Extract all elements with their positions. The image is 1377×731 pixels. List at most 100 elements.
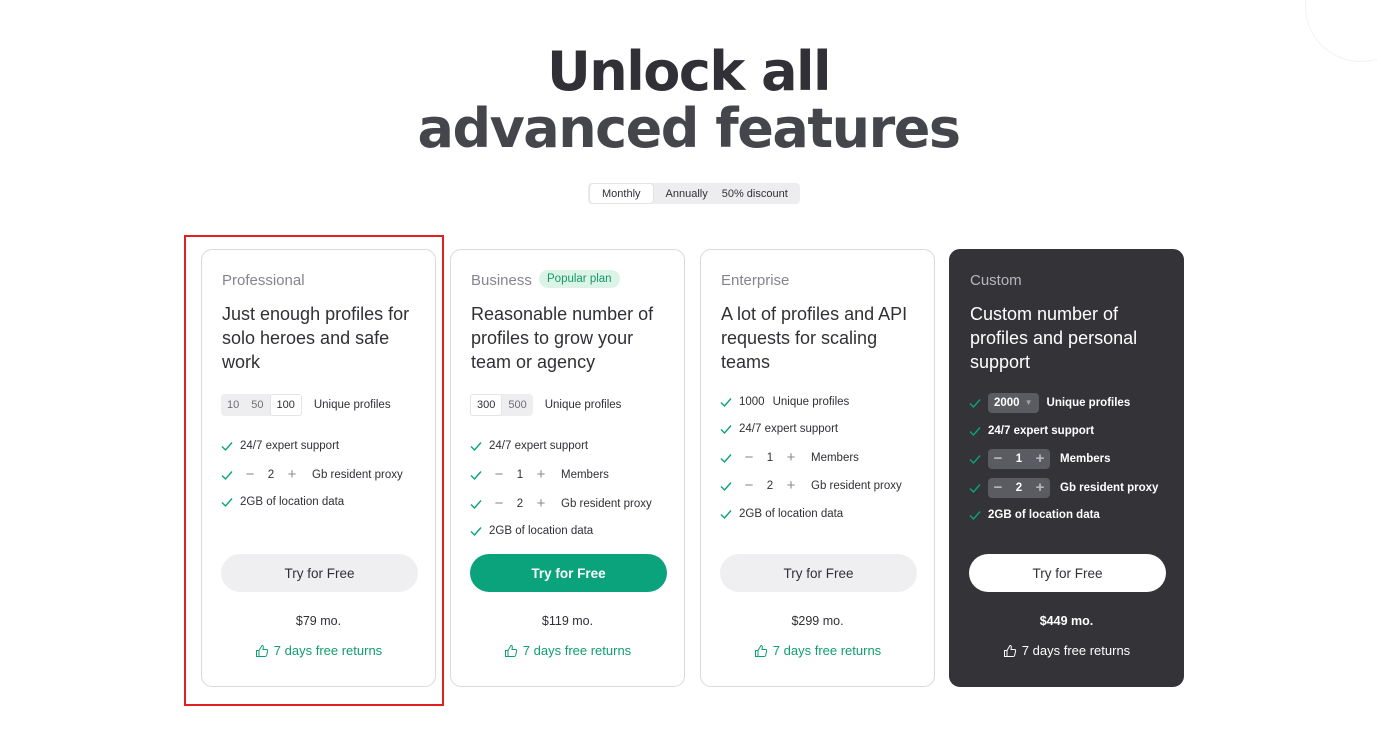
plan-price: $299 mo. xyxy=(791,614,844,628)
discount-label: 50% discount xyxy=(721,187,788,200)
members-value[interactable]: 1 xyxy=(1008,453,1030,465)
check-icon xyxy=(969,455,981,465)
free-returns-link[interactable]: 7 days free returns xyxy=(701,643,934,658)
plan-description: A lot of profiles and API requests for s… xyxy=(721,304,908,372)
support-label: 24/7 expert support xyxy=(739,423,839,435)
check-icon xyxy=(470,500,482,510)
profiles-value: 2000 xyxy=(994,397,1020,409)
check-icon xyxy=(470,527,482,537)
popular-plan-badge: Popular plan xyxy=(539,270,620,288)
plan-price: $449 mo. xyxy=(1039,614,1094,628)
profiles-feature: 300 500 Unique profiles xyxy=(470,394,621,416)
members-value[interactable]: 1 xyxy=(759,452,781,464)
support-feature: 24/7 expert support xyxy=(469,439,588,453)
support-feature: 24/7 expert support xyxy=(968,424,1094,438)
thumbs-up-icon xyxy=(504,644,517,657)
members-label: Members xyxy=(1060,453,1111,465)
returns-label: 7 days free returns xyxy=(1021,643,1131,658)
location-feature: 2GB of location data xyxy=(968,508,1100,522)
proxy-stepper: − 2 + xyxy=(489,494,551,514)
minus-icon[interactable]: − xyxy=(988,449,1008,469)
hero-title-line2: advanced features xyxy=(417,97,961,160)
profiles-dropdown[interactable]: 2000 ▼ xyxy=(988,393,1039,413)
plan-description: Custom number of profiles and personal s… xyxy=(970,304,1138,372)
plan-name: Custom xyxy=(970,272,1022,289)
profiles-option-300[interactable]: 300 xyxy=(470,394,503,416)
members-feature: − 1 + Members xyxy=(719,448,859,468)
free-returns-link[interactable]: 7 days free returns xyxy=(451,643,684,658)
billing-annually-tab[interactable]: Annually xyxy=(654,184,720,203)
proxy-feature: − 2 + Gb resident proxy xyxy=(469,494,652,514)
plan-price: $119 mo. xyxy=(541,614,594,628)
check-icon xyxy=(720,454,732,464)
profiles-label: Unique profiles xyxy=(544,399,622,411)
proxy-value[interactable]: 2 xyxy=(759,480,781,492)
check-icon xyxy=(969,484,981,494)
profiles-value: 1000 xyxy=(739,396,765,408)
free-returns-link[interactable]: 7 days free returns xyxy=(950,643,1183,658)
members-stepper: − 1 + xyxy=(988,449,1050,469)
proxy-feature: − 2 + Gb resident proxy xyxy=(968,478,1158,498)
profiles-feature: 2000 ▼ Unique profiles xyxy=(968,393,1130,413)
proxy-label: Gb resident proxy xyxy=(561,498,652,510)
location-feature: 2GB of location data xyxy=(469,524,593,538)
check-icon xyxy=(969,427,981,437)
check-icon xyxy=(470,442,482,452)
members-feature: − 1 + Members xyxy=(469,465,609,485)
profiles-selector: 300 500 xyxy=(470,394,533,416)
returns-label: 7 days free returns xyxy=(772,643,882,658)
proxy-feature: − 2 + Gb resident proxy xyxy=(719,476,902,496)
plus-icon[interactable]: + xyxy=(781,448,801,468)
plan-description: Reasonable number of profiles to grow yo… xyxy=(471,304,654,372)
proxy-value[interactable]: 2 xyxy=(509,498,531,510)
members-stepper: − 1 + xyxy=(739,448,801,468)
plan-name: Business xyxy=(471,272,532,289)
check-icon xyxy=(470,471,482,481)
plus-icon[interactable]: + xyxy=(531,494,551,514)
minus-icon[interactable]: − xyxy=(739,476,759,496)
location-label: 2GB of location data xyxy=(739,508,844,520)
location-feature: 2GB of location data xyxy=(719,507,843,521)
support-label: 24/7 expert support xyxy=(988,425,1095,437)
proxy-value[interactable]: 2 xyxy=(1008,482,1030,494)
minus-icon[interactable]: − xyxy=(489,465,509,485)
billing-toggle: Monthly Annually 50% discount xyxy=(588,183,800,204)
billing-monthly-tab[interactable]: Monthly xyxy=(589,183,654,204)
location-label: 2GB of location data xyxy=(489,525,594,537)
hero-title-line1: Unlock all xyxy=(546,40,832,103)
members-stepper: − 1 + xyxy=(489,465,551,485)
plan-card-business: Business Popular plan Reasonable number … xyxy=(450,249,685,687)
minus-icon[interactable]: − xyxy=(489,494,509,514)
thumbs-up-icon xyxy=(1003,644,1016,657)
minus-icon[interactable]: − xyxy=(988,478,1008,498)
minus-icon[interactable]: − xyxy=(739,448,759,468)
check-icon xyxy=(720,425,732,435)
profiles-label: Unique profiles xyxy=(772,396,850,408)
try-for-free-button[interactable]: Try for Free xyxy=(720,554,917,592)
support-label: 24/7 expert support xyxy=(489,440,589,452)
plan-name: Enterprise xyxy=(721,272,790,289)
check-icon xyxy=(720,482,732,492)
try-for-free-button[interactable]: Try for Free xyxy=(969,554,1166,592)
plus-icon[interactable]: + xyxy=(781,476,801,496)
proxy-label: Gb resident proxy xyxy=(811,480,902,492)
support-feature: 24/7 expert support xyxy=(719,422,838,436)
check-icon xyxy=(720,398,732,408)
plus-icon[interactable]: + xyxy=(531,465,551,485)
proxy-stepper: − 2 + xyxy=(988,478,1050,498)
check-icon xyxy=(720,510,732,520)
profiles-feature: 1000 Unique profiles xyxy=(719,395,849,409)
try-for-free-button[interactable]: Try for Free xyxy=(470,554,667,592)
plus-icon[interactable]: + xyxy=(1030,478,1050,498)
members-feature: − 1 + Members xyxy=(968,449,1111,469)
plan-card-custom: Custom Custom number of profiles and per… xyxy=(949,249,1184,687)
plan-card-enterprise: Enterprise A lot of profiles and API req… xyxy=(700,249,935,687)
plus-icon[interactable]: + xyxy=(1030,449,1050,469)
profiles-option-500[interactable]: 500 xyxy=(502,394,532,416)
selection-highlight-box xyxy=(184,235,444,706)
profiles-label: Unique profiles xyxy=(1046,397,1131,409)
members-label: Members xyxy=(811,452,859,464)
members-value[interactable]: 1 xyxy=(509,469,531,481)
check-icon xyxy=(969,511,981,521)
proxy-label: Gb resident proxy xyxy=(1060,482,1159,494)
